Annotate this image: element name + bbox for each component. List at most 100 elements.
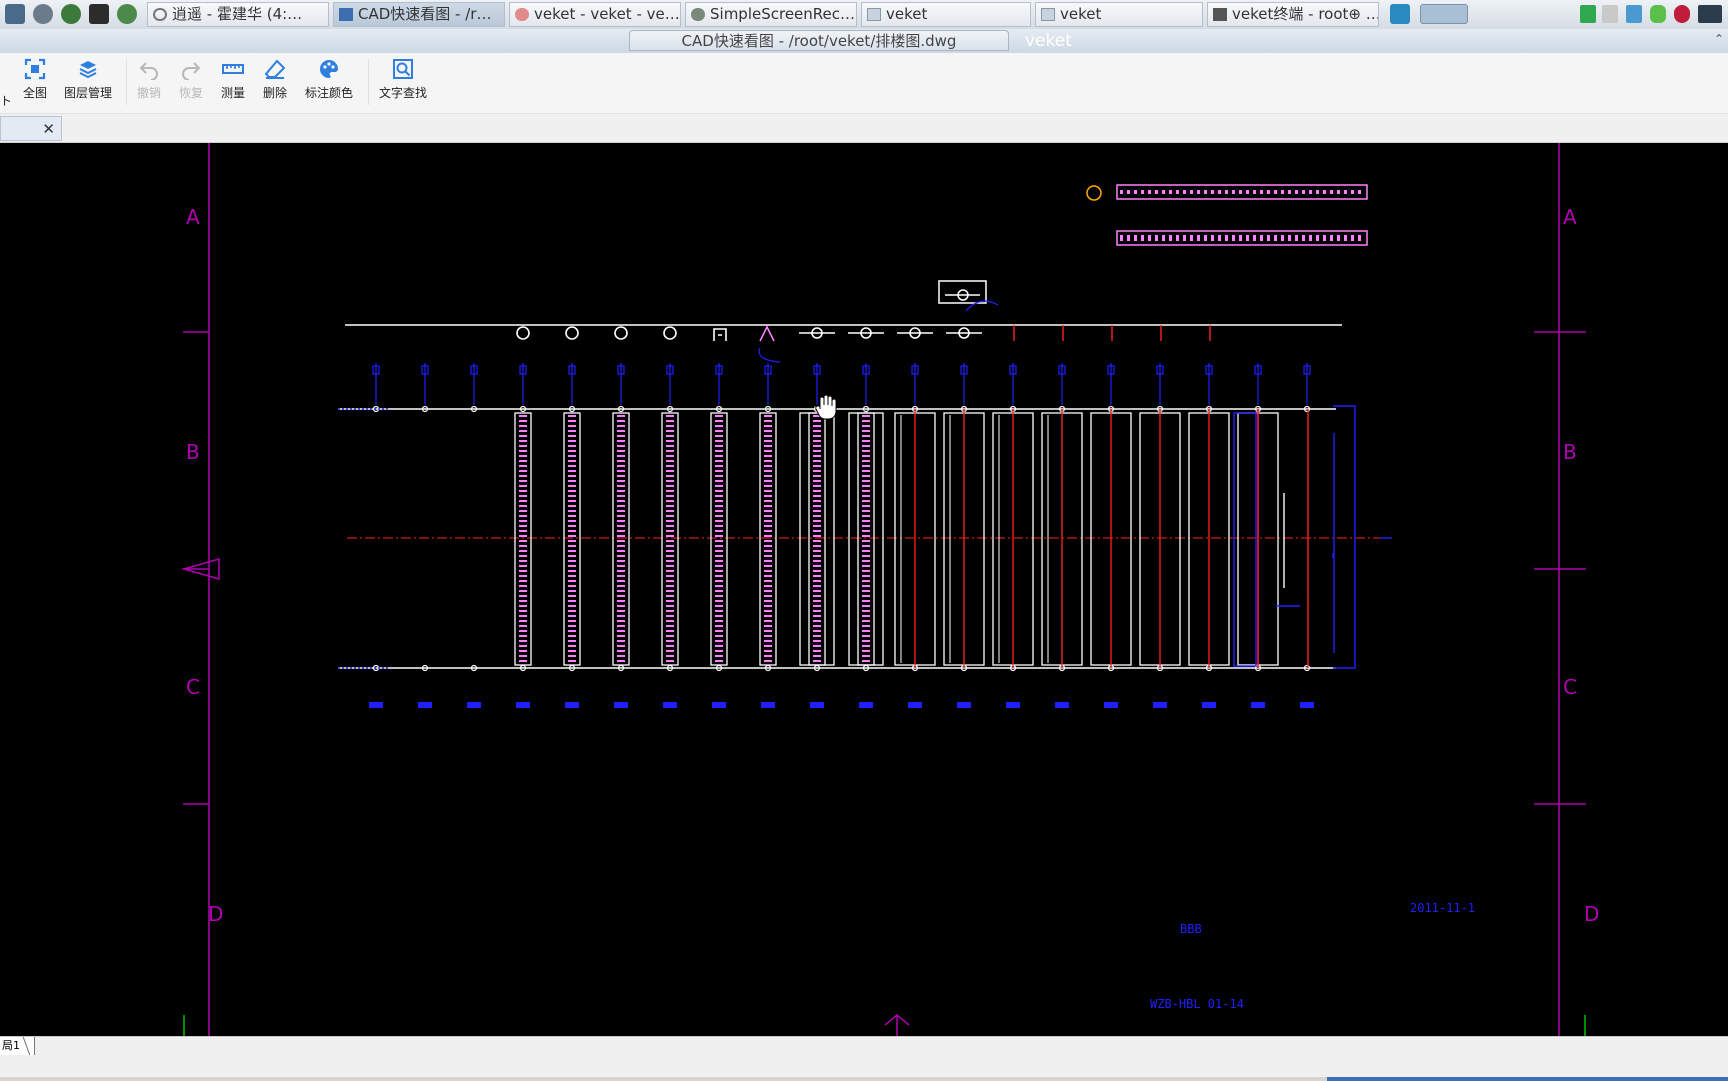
folder-icon — [867, 8, 881, 21]
dimension-label — [516, 702, 530, 708]
cad-drawing: A B C A B C D D 2011-11-1 BBB WZB-HBL 01… — [181, 143, 1599, 1036]
palette-icon — [320, 60, 338, 78]
text-search-button[interactable]: 文字查找 — [378, 58, 428, 101]
ruler-icon — [222, 64, 244, 74]
redo-button[interactable]: 恢复 — [176, 58, 206, 101]
dimension-label — [418, 702, 432, 708]
layer-manager-label: 图层管理 — [63, 86, 112, 100]
music-player-icon — [153, 8, 167, 21]
progress-strip — [1327, 1077, 1728, 1081]
terminal-icon[interactable] — [89, 4, 109, 24]
toolbar-divider — [368, 59, 369, 105]
task-browser[interactable]: veket - veket - ve… — [509, 2, 681, 27]
task-cad-viewer[interactable]: CAD快速看图 - /r… — [333, 2, 505, 27]
record-icon[interactable] — [1674, 5, 1690, 23]
task-screen-recorder[interactable]: SimpleScreenRec… — [685, 2, 857, 27]
dimension-label — [663, 702, 677, 708]
fullview-label: 全图 — [22, 86, 47, 100]
task-label: veket — [1060, 5, 1102, 23]
row-label-d-right: D — [1584, 902, 1599, 926]
dimension-label — [1055, 702, 1069, 708]
play-icon[interactable] — [61, 4, 81, 24]
globe-icon[interactable] — [117, 4, 137, 24]
task-folder-2[interactable]: veket — [1035, 2, 1203, 27]
dimension-label — [1202, 702, 1216, 708]
layers-icon — [79, 61, 97, 79]
dimension-label — [1300, 702, 1314, 708]
workspace-icon[interactable] — [1420, 4, 1468, 24]
dimension-label — [908, 702, 922, 708]
title-block-circle — [1086, 185, 1102, 201]
task-terminal[interactable]: veket终端 - root⊕ … — [1207, 2, 1379, 27]
top-symbol — [938, 280, 987, 304]
dimension-label — [614, 702, 628, 708]
delete-label: 删除 — [262, 86, 287, 100]
storage-icon[interactable] — [1650, 5, 1666, 23]
dimension-label — [369, 702, 383, 708]
drawing-frame — [181, 143, 1586, 1036]
task-label: 逍遥 - 霍建华 (4:… — [172, 5, 303, 23]
row-label-c-right: C — [1563, 675, 1577, 699]
red-ticks — [1013, 325, 1211, 341]
hanger-annotation-leader — [758, 347, 781, 363]
cut-tool-label: ト — [0, 94, 13, 108]
bottom-center-mark — [884, 1014, 910, 1036]
clipboard-icon[interactable] — [1602, 5, 1618, 23]
dimension-label — [859, 702, 873, 708]
row-label-b: B — [186, 440, 200, 464]
eraser-icon — [264, 59, 286, 79]
row-label-a-right: A — [1563, 205, 1577, 229]
dimension-label — [1153, 702, 1167, 708]
dimension-label — [565, 702, 579, 708]
annotate-color-button[interactable]: 标注颜色 — [302, 58, 356, 101]
shield-icon[interactable] — [1580, 5, 1596, 23]
terminal-icon — [1213, 8, 1227, 21]
text-search-icon — [393, 59, 413, 79]
annotate-color-label: 标注颜色 — [304, 86, 353, 100]
dimension-label — [467, 702, 481, 708]
close-icon[interactable]: ✕ — [42, 119, 55, 139]
cut-tool[interactable]: ト — [0, 92, 12, 109]
bottom-dimension-labels — [369, 702, 1314, 708]
text-search-label: 文字查找 — [378, 86, 427, 100]
document-tab[interactable]: ✕ — [0, 116, 62, 141]
task-label: CAD快速看图 - /r… — [358, 5, 492, 23]
drawing-center-text: BBB — [1180, 922, 1202, 936]
drawing-project-code: WZB-HBL 01-14 — [1150, 997, 1244, 1011]
task-label: veket终端 - root⊕ … — [1232, 5, 1379, 23]
task-label: veket - veket - ve… — [534, 5, 680, 23]
layer-manager-button[interactable]: 图层管理 — [62, 58, 114, 101]
screen-recorder-icon — [691, 8, 705, 21]
drawing-date: 2011-11-1 — [1410, 901, 1475, 915]
taskbar: 逍遥 - 霍建华 (4:… CAD快速看图 - /r… veket - veke… — [0, 0, 1728, 30]
undo-button[interactable]: 撤销 — [134, 58, 164, 101]
row-label-d: D — [208, 902, 223, 926]
desktop-icon[interactable] — [1390, 4, 1410, 24]
settings-icon[interactable] — [33, 4, 53, 24]
measure-button[interactable]: 测量 — [218, 58, 248, 101]
dimension-label — [712, 702, 726, 708]
cad-viewer-icon — [339, 8, 353, 21]
beam-end-left — [338, 408, 388, 669]
status-bar: 局1 — [0, 1036, 1728, 1081]
keyboard-icon[interactable] — [1698, 5, 1722, 23]
undo-label: 撤销 — [136, 86, 161, 100]
system-monitor-icon[interactable] — [5, 4, 25, 24]
window-collapse-icon[interactable]: ⌃ — [1714, 32, 1724, 46]
row-label-a: A — [186, 205, 200, 229]
task-folder-1[interactable]: veket — [861, 2, 1031, 27]
task-music-player[interactable]: 逍遥 - 霍建华 (4:… — [147, 2, 329, 27]
delete-button[interactable]: 删除 — [260, 58, 290, 101]
network-icon[interactable] — [1626, 5, 1642, 23]
bottom-strip — [0, 1077, 1728, 1081]
undo-icon — [139, 62, 158, 80]
frame-corner-marks — [183, 1015, 1586, 1036]
cad-canvas[interactable]: A B C A B C D D 2011-11-1 BBB WZB-HBL 01… — [0, 143, 1728, 1036]
dimension-label — [1006, 702, 1020, 708]
toolbar-divider — [126, 59, 127, 105]
dimension-label — [810, 702, 824, 708]
fullview-button[interactable]: 全图 — [18, 58, 52, 101]
row-label-c: C — [186, 675, 200, 699]
hanger-symbols — [516, 325, 982, 342]
toolbar: ト 全图 图层管理 撤销 恢复 测量 删除 标注颜色 文字查找 — [0, 53, 1728, 114]
